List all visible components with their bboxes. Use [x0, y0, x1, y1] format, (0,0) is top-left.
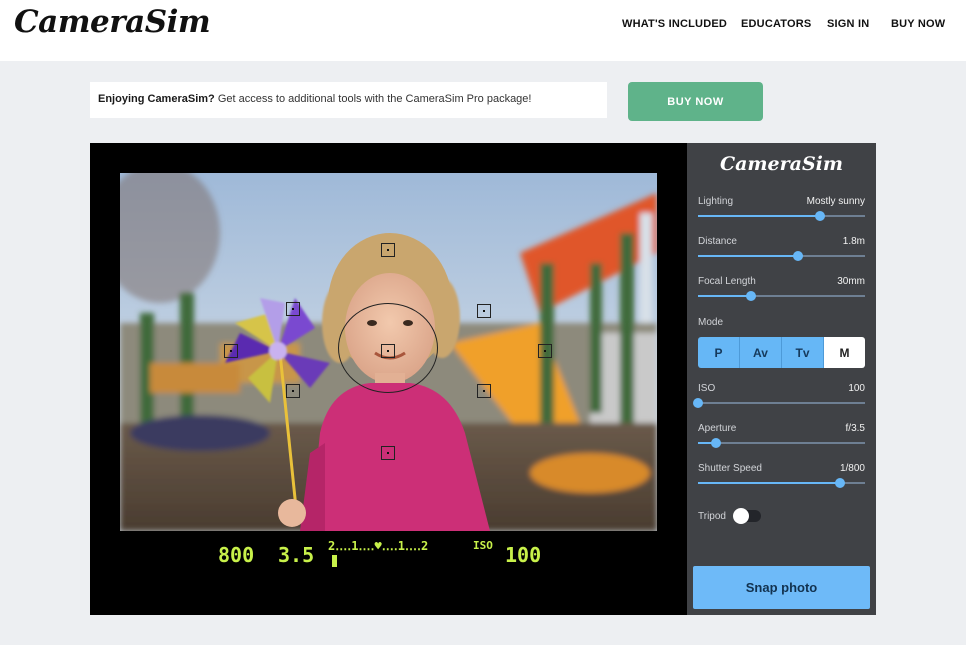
mode-p-button[interactable]: P	[698, 337, 740, 368]
lighting-slider[interactable]	[698, 211, 865, 221]
lighting-label: Lighting	[698, 196, 734, 207]
aperture-value: f/3.5	[845, 423, 865, 434]
shutter-speed-slider-knob[interactable]	[834, 478, 845, 488]
lighting-slider-fill	[698, 215, 820, 217]
af-point-top[interactable]	[381, 243, 395, 257]
mode-m-button[interactable]: M	[824, 337, 865, 368]
af-point-lower-left[interactable]	[286, 384, 300, 398]
mode-selector: P Av Tv M	[698, 337, 865, 368]
nav-buy-now[interactable]: BUY NOW	[891, 18, 945, 30]
tripod-toggle[interactable]	[733, 508, 761, 524]
metering-circle	[338, 303, 438, 393]
nav-whats-included[interactable]: WHAT'S INCLUDED	[622, 18, 727, 30]
tripod-toggle-knob[interactable]	[733, 508, 749, 524]
promo-banner: Enjoying CameraSim? Get access to additi…	[90, 82, 607, 118]
site-logo[interactable]: CameraSim	[14, 4, 211, 40]
distance-slider[interactable]	[698, 251, 865, 261]
lcd-shutter: 800	[218, 543, 255, 567]
focal-length-slider-fill	[698, 295, 752, 297]
distance-slider-fill	[698, 255, 799, 257]
lighting-slider-knob[interactable]	[814, 211, 825, 221]
scene-photo	[120, 173, 657, 531]
shutter-speed-label: Shutter Speed	[698, 463, 762, 474]
lcd-exposure-scale: 2‥‥1‥‥♥‥‥1‥‥2	[328, 539, 429, 553]
site-header: CameraSim WHAT'S INCLUDED EDUCATORS SIGN…	[0, 0, 966, 61]
aperture-slider-knob[interactable]	[711, 438, 722, 448]
promo-buy-now-button[interactable]: BUY NOW	[628, 82, 763, 121]
shutter-speed-slider[interactable]	[698, 478, 865, 488]
lcd-iso: 100	[505, 543, 542, 567]
focal-length-slider-knob[interactable]	[746, 291, 757, 301]
lighting-value: Mostly sunny	[806, 196, 865, 207]
promo-bold: Enjoying CameraSim?	[98, 93, 215, 105]
snap-photo-button[interactable]: Snap photo	[693, 566, 870, 609]
nav-sign-in[interactable]: SIGN IN	[827, 18, 869, 30]
mode-label: Mode	[698, 317, 724, 328]
af-point-upper-left[interactable]	[286, 302, 300, 316]
tripod-label: Tripod	[698, 511, 726, 522]
shutter-speed-slider-fill	[698, 482, 840, 484]
panel-logo: CameraSim	[720, 153, 843, 175]
distance-label: Distance	[698, 236, 737, 247]
iso-slider-knob[interactable]	[693, 398, 703, 408]
shutter-speed-value: 1/800	[839, 463, 865, 474]
iso-label: ISO	[698, 383, 716, 394]
mode-av-button[interactable]: Av	[740, 337, 782, 368]
aperture-label: Aperture	[698, 423, 737, 434]
af-point-lower-right[interactable]	[477, 384, 491, 398]
iso-value: 100	[848, 383, 865, 394]
af-point-far-right[interactable]	[538, 344, 552, 358]
aperture-slider[interactable]	[698, 438, 865, 448]
af-point-upper-right[interactable]	[477, 304, 491, 318]
af-point-bottom[interactable]	[381, 446, 395, 460]
mode-tv-button[interactable]: Tv	[782, 337, 824, 368]
distance-slider-knob[interactable]	[793, 251, 804, 261]
control-panel: CameraSim Lighting Mostly sunny Distance…	[687, 143, 876, 615]
af-point-far-left[interactable]	[224, 344, 238, 358]
nav-educators[interactable]: EDUCATORS	[741, 18, 811, 30]
lcd-aperture: 3.5	[278, 543, 315, 567]
lcd-exposure-indicator	[332, 555, 337, 567]
distance-value: 1.8m	[842, 236, 865, 247]
camera-viewfinder: 800 3.5 2‥‥1‥‥♥‥‥1‥‥2 ISO 100	[90, 143, 687, 615]
focal-length-slider[interactable]	[698, 291, 865, 301]
promo-text: Get access to additional tools with the …	[214, 93, 532, 105]
focal-length-value: 30mm	[837, 276, 865, 287]
iso-slider[interactable]	[693, 398, 865, 408]
lcd-iso-label: ISO	[473, 539, 493, 552]
focal-length-label: Focal Length	[698, 276, 756, 287]
